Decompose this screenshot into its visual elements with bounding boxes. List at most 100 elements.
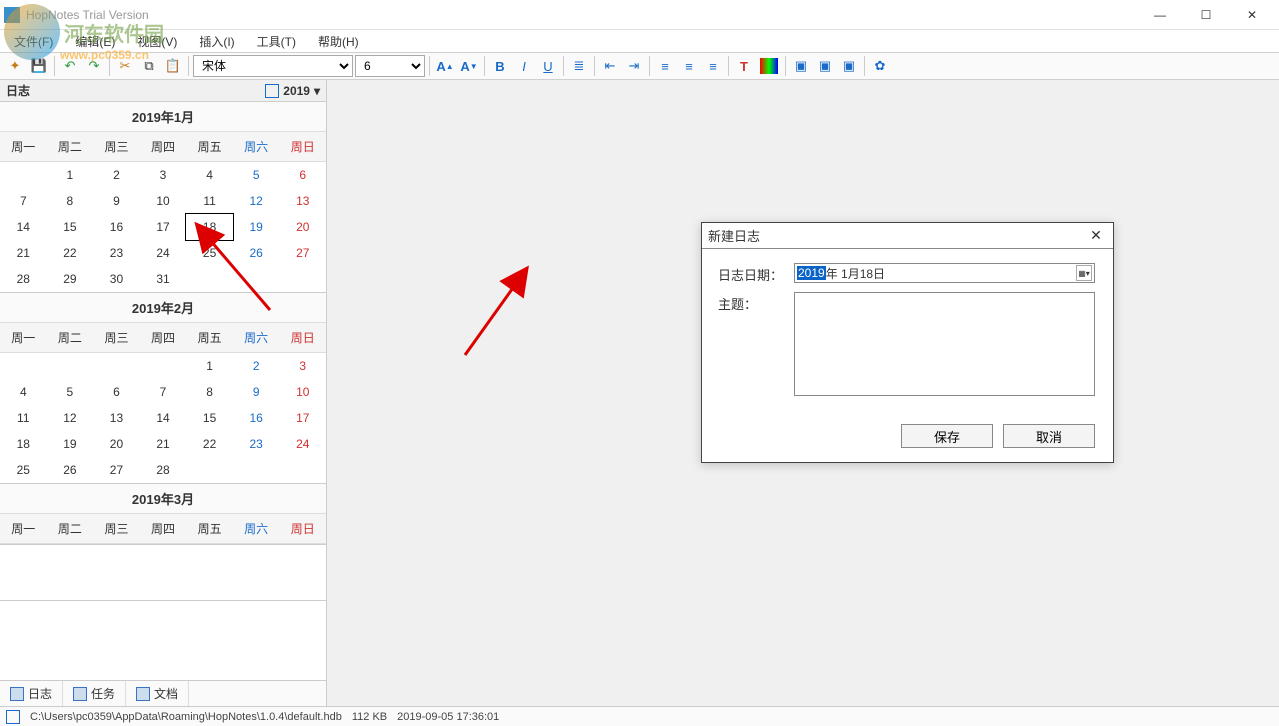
calendar-day[interactable]: 28 xyxy=(140,457,187,483)
calendar-day[interactable]: 6 xyxy=(279,162,326,188)
calendar-day[interactable]: 2 xyxy=(93,162,140,188)
calendar-day[interactable]: 23 xyxy=(233,431,280,457)
calendar-day[interactable]: 29 xyxy=(47,266,94,292)
italic-button[interactable]: I xyxy=(513,55,535,77)
calendar-day[interactable]: 25 xyxy=(0,457,47,483)
calendar-day[interactable]: 19 xyxy=(233,214,280,240)
calendar-day[interactable]: 1 xyxy=(47,162,94,188)
calendar-day[interactable]: 18 xyxy=(0,431,47,457)
settings-button[interactable]: ✿ xyxy=(869,55,891,77)
calendar-day[interactable]: 21 xyxy=(140,431,187,457)
calendar-day[interactable]: 9 xyxy=(93,188,140,214)
underline-button[interactable]: U xyxy=(537,55,559,77)
calendar-day[interactable]: 11 xyxy=(186,188,233,214)
bullets-button[interactable]: ≣ xyxy=(568,55,590,77)
minimize-button[interactable]: — xyxy=(1137,0,1183,30)
calendar-day[interactable]: 10 xyxy=(140,188,187,214)
calendar-day[interactable]: 6 xyxy=(93,379,140,405)
insert-object-button[interactable]: ▣ xyxy=(838,55,860,77)
calendar-day[interactable]: 7 xyxy=(140,379,187,405)
menu-file[interactable]: 文件(F) xyxy=(4,31,63,52)
insert-table-button[interactable]: ▣ xyxy=(814,55,836,77)
calendar-day[interactable]: 16 xyxy=(233,405,280,431)
menu-insert[interactable]: 插入(I) xyxy=(189,31,244,52)
calendar-day[interactable]: 22 xyxy=(47,240,94,266)
calendar-day[interactable]: 4 xyxy=(186,162,233,188)
calendar-day[interactable]: 1 xyxy=(186,353,233,379)
calendar-day[interactable]: 8 xyxy=(47,188,94,214)
calendar-day[interactable]: 15 xyxy=(186,405,233,431)
undo-button[interactable]: ↶ xyxy=(59,55,81,77)
bold-button[interactable]: B xyxy=(489,55,511,77)
calendar-day[interactable]: 10 xyxy=(279,379,326,405)
calendar-day[interactable]: 28 xyxy=(0,266,47,292)
calendar-day[interactable]: 5 xyxy=(233,162,280,188)
calendar-day[interactable]: 14 xyxy=(140,405,187,431)
dialog-close-button[interactable]: ✕ xyxy=(1085,225,1107,247)
calendar-day[interactable]: 14 xyxy=(0,214,47,240)
calendar-day[interactable]: 15 xyxy=(47,214,94,240)
indent-button[interactable]: ⇥ xyxy=(623,55,645,77)
calendar-day[interactable]: 8 xyxy=(186,379,233,405)
calendar-day[interactable]: 24 xyxy=(279,431,326,457)
new-button[interactable]: ✦ xyxy=(4,55,26,77)
calendar-day[interactable]: 4 xyxy=(0,379,47,405)
calendar-day[interactable]: 31 xyxy=(140,266,187,292)
calendar-day[interactable]: 20 xyxy=(279,214,326,240)
calendar-day[interactable]: 22 xyxy=(186,431,233,457)
close-button[interactable]: ✕ xyxy=(1229,0,1275,30)
redo-button[interactable]: ↷ xyxy=(83,55,105,77)
outdent-button[interactable]: ⇤ xyxy=(599,55,621,77)
date-input[interactable]: 2019年 1月18日 ▦▾ xyxy=(794,263,1095,283)
calendar-day[interactable]: 9 xyxy=(233,379,280,405)
date-dropdown-button[interactable]: ▦▾ xyxy=(1076,265,1092,281)
calendar-day[interactable]: 3 xyxy=(279,353,326,379)
highlight-button[interactable] xyxy=(760,58,778,74)
calendar-day[interactable]: 17 xyxy=(140,214,187,240)
font-size-select[interactable]: 6 xyxy=(355,55,425,77)
calendar-day[interactable]: 26 xyxy=(233,240,280,266)
calendar-day[interactable]: 16 xyxy=(93,214,140,240)
calendar-day[interactable]: 24 xyxy=(140,240,187,266)
calendar-day[interactable]: 12 xyxy=(233,188,280,214)
calendar-scroll[interactable]: 2019年1月周一周二周三周四周五周六周日1234567891011121314… xyxy=(0,102,326,600)
font-decrease-button[interactable]: A▼ xyxy=(458,55,480,77)
cancel-dialog-button[interactable]: 取消 xyxy=(1003,424,1095,448)
calendar-day[interactable]: 19 xyxy=(47,431,94,457)
tab-task[interactable]: 任务 xyxy=(63,681,126,706)
calendar-day[interactable]: 27 xyxy=(93,457,140,483)
menu-help[interactable]: 帮助(H) xyxy=(308,31,369,52)
calendar-day[interactable]: 26 xyxy=(47,457,94,483)
tab-doc[interactable]: 文档 xyxy=(126,681,189,706)
menu-edit[interactable]: 编辑(E) xyxy=(65,31,125,52)
calendar-day[interactable]: 2 xyxy=(233,353,280,379)
calendar-day[interactable]: 21 xyxy=(0,240,47,266)
calendar-day[interactable]: 13 xyxy=(279,188,326,214)
copy-button[interactable]: ⧉ xyxy=(138,55,160,77)
menu-view[interactable]: 视图(V) xyxy=(127,31,187,52)
align-center-button[interactable]: ≡ xyxy=(678,55,700,77)
align-right-button[interactable]: ≡ xyxy=(702,55,724,77)
calendar-day[interactable]: 12 xyxy=(47,405,94,431)
calendar-day[interactable]: 23 xyxy=(93,240,140,266)
calendar-day[interactable]: 17 xyxy=(279,405,326,431)
cut-button[interactable]: ✂ xyxy=(114,55,136,77)
calendar-day[interactable]: 30 xyxy=(93,266,140,292)
save-button[interactable]: 💾 xyxy=(28,55,50,77)
calendar-day[interactable]: 27 xyxy=(279,240,326,266)
insert-image-button[interactable]: ▣ xyxy=(790,55,812,77)
font-name-select[interactable]: 宋体 xyxy=(193,55,353,77)
paste-button[interactable]: 📋 xyxy=(162,55,184,77)
calendar-day[interactable]: 7 xyxy=(0,188,47,214)
calendar-day[interactable]: 13 xyxy=(93,405,140,431)
tab-diary[interactable]: 日志 xyxy=(0,681,63,706)
subject-input[interactable] xyxy=(794,292,1095,396)
calendar-day[interactable]: 3 xyxy=(140,162,187,188)
font-increase-button[interactable]: A▲ xyxy=(434,55,456,77)
calendar-day[interactable]: 20 xyxy=(93,431,140,457)
text-color-button[interactable]: T xyxy=(733,55,755,77)
align-left-button[interactable]: ≡ xyxy=(654,55,676,77)
calendar-day[interactable]: 25 xyxy=(186,240,233,266)
year-selector[interactable]: 2019 ▾ xyxy=(265,84,320,98)
save-dialog-button[interactable]: 保存 xyxy=(901,424,993,448)
